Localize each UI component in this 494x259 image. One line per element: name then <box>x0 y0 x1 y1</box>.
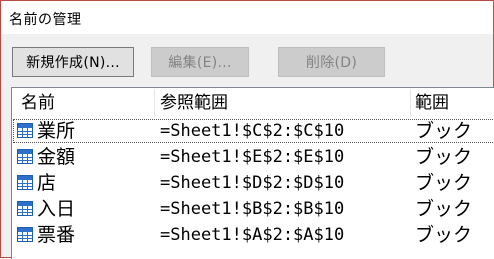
column-header-refers-to[interactable]: 参照範囲 <box>160 88 228 118</box>
row-refers-to: =Sheet1!$D$2:$D$10 <box>160 173 345 193</box>
list-item[interactable]: 金額 =Sheet1!$E$2:$E$10 ブック <box>12 144 494 170</box>
row-scope: ブック <box>415 224 473 246</box>
name-manager-dialog: 名前の管理 新規作成(N)... 編集(E)... 削除(D) 名前 参照範囲 … <box>0 0 494 259</box>
list-item[interactable]: 入日 =Sheet1!$B$2:$B$10 ブック <box>12 196 494 222</box>
row-refers-to: =Sheet1!$A$2:$A$10 <box>160 225 345 245</box>
table-icon <box>17 201 33 216</box>
column-divider[interactable] <box>410 89 411 117</box>
row-refers-to: =Sheet1!$C$2:$C$10 <box>160 121 345 141</box>
row-name: 業所 <box>37 120 76 142</box>
edit-button-label: 編集(E)... <box>168 55 232 71</box>
list-item[interactable]: 票番 =Sheet1!$A$2:$A$10 ブック <box>12 222 494 248</box>
row-name: 票番 <box>37 224 76 246</box>
row-scope: ブック <box>415 172 473 194</box>
dialog-title: 名前の管理 <box>9 12 82 28</box>
table-icon <box>17 123 33 138</box>
new-button[interactable]: 新規作成(N)... <box>12 47 134 77</box>
column-header-scope[interactable]: 範囲 <box>415 88 449 118</box>
list-item[interactable]: 業所 =Sheet1!$C$2:$C$10 ブック <box>12 118 494 144</box>
edit-button[interactable]: 編集(E)... <box>151 47 249 77</box>
column-divider[interactable] <box>154 89 155 117</box>
row-name: 入日 <box>37 198 76 220</box>
delete-button[interactable]: 削除(D) <box>278 47 385 77</box>
row-refers-to: =Sheet1!$B$2:$B$10 <box>160 199 345 219</box>
row-scope: ブック <box>415 198 473 220</box>
table-icon <box>17 149 33 164</box>
names-list[interactable]: 名前 参照範囲 範囲 業所 =Sheet1!$C$2:$C$10 ブック 金額 … <box>11 87 494 259</box>
row-name: 店 <box>37 172 57 194</box>
table-icon <box>17 227 33 242</box>
new-button-label: 新規作成(N)... <box>26 55 120 71</box>
title-bar[interactable]: 名前の管理 <box>1 1 493 34</box>
table-icon <box>17 175 33 190</box>
list-header: 名前 参照範囲 範囲 <box>12 88 494 118</box>
column-header-name[interactable]: 名前 <box>21 88 55 118</box>
row-scope: ブック <box>415 146 473 168</box>
row-name: 金額 <box>37 146 76 168</box>
row-refers-to: =Sheet1!$E$2:$E$10 <box>160 147 345 167</box>
delete-button-label: 削除(D) <box>305 55 358 71</box>
list-item[interactable]: 店 =Sheet1!$D$2:$D$10 ブック <box>12 170 494 196</box>
row-scope: ブック <box>415 120 473 142</box>
